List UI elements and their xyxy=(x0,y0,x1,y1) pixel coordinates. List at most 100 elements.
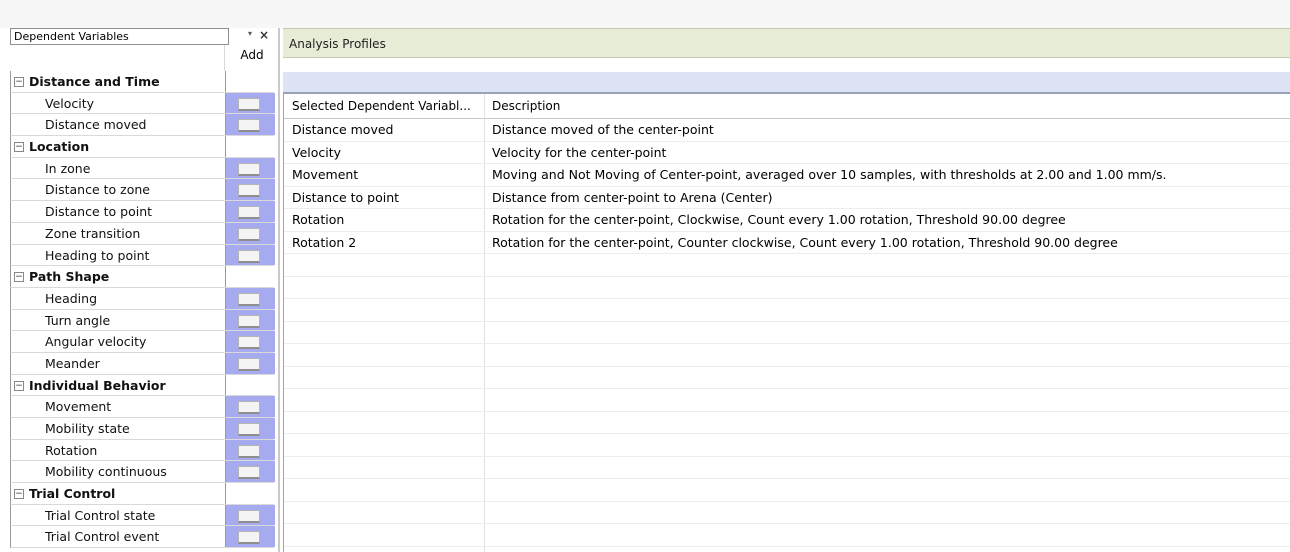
profile-row[interactable]: Distance to point Distance from center-po… xyxy=(284,187,1290,209)
add-button[interactable] xyxy=(238,401,260,415)
add-button[interactable] xyxy=(238,336,260,350)
profile-row[interactable]: Distance moved Distance moved of the cent… xyxy=(284,119,1290,142)
add-button[interactable] xyxy=(238,184,260,198)
group-location[interactable]: − Location xyxy=(10,136,275,158)
variable-trial-control-state[interactable]: Trial Control state xyxy=(10,504,275,527)
collapse-toggle-icon[interactable]: − xyxy=(14,272,24,283)
add-cell xyxy=(226,396,275,417)
group-distance-and-time[interactable]: − Distance and Time xyxy=(10,71,275,93)
variable-label: Trial Control state xyxy=(45,507,156,523)
group-individual-behavior[interactable]: − Individual Behavior xyxy=(10,374,275,397)
column-header-description[interactable]: Description xyxy=(484,94,1290,118)
collapse-toggle-icon[interactable]: − xyxy=(14,380,24,391)
variable-label: Rotation xyxy=(45,442,98,458)
group-path-shape[interactable]: − Path Shape xyxy=(10,266,275,288)
panel-splitter[interactable] xyxy=(278,28,280,552)
empty-row xyxy=(284,479,1290,502)
variable-meander[interactable]: Meander xyxy=(10,352,275,375)
collapse-toggle-icon[interactable]: − xyxy=(14,77,24,87)
add-cell xyxy=(226,157,275,179)
analysis-profiles-panel: Analysis Profiles Selected Dependent Var… xyxy=(283,28,1290,552)
add-button[interactable] xyxy=(238,249,260,263)
group-trial-control[interactable]: − Trial Control xyxy=(10,483,275,505)
empty-row xyxy=(284,277,1290,299)
variable-label: Heading to point xyxy=(45,247,150,263)
variable-angular-velocity[interactable]: Angular velocity xyxy=(10,331,275,353)
group-label: Distance and Time xyxy=(29,74,160,89)
grid-body: Distance moved Distance moved of the cent… xyxy=(284,119,1290,547)
panel-menu-caret-icon[interactable]: ▾ xyxy=(248,29,252,38)
description-cell: Rotation for the center-point, Counter c… xyxy=(492,234,1118,250)
add-button[interactable] xyxy=(238,119,260,133)
empty-row xyxy=(284,254,1290,277)
add-button[interactable] xyxy=(238,162,260,176)
variable-rotation[interactable]: Rotation xyxy=(10,439,275,462)
add-button[interactable] xyxy=(238,509,260,523)
empty-row xyxy=(284,457,1290,479)
toolbar-band xyxy=(283,72,1290,92)
profile-row[interactable]: Velocity Velocity for the center-point xyxy=(284,142,1290,164)
add-button[interactable] xyxy=(238,206,260,220)
description-cell: Distance from center-point to Arena (Cen… xyxy=(492,189,773,205)
add-button[interactable] xyxy=(238,444,260,458)
profile-row[interactable]: Movement Moving and Not Moving of Center-… xyxy=(284,164,1290,187)
add-cell xyxy=(226,309,275,331)
profile-row[interactable]: Rotation Rotation for the center-point, C… xyxy=(284,209,1290,232)
empty-row xyxy=(284,322,1290,344)
variable-label: Trial Control event xyxy=(45,529,160,545)
variable-label: Distance to zone xyxy=(45,182,150,198)
variable-label: Angular velocity xyxy=(45,334,147,350)
panel-title: Dependent Variables xyxy=(10,28,229,45)
add-cell xyxy=(226,526,275,548)
variable-heading-to-point[interactable]: Heading to point xyxy=(10,244,275,267)
add-cell xyxy=(226,439,275,461)
variable-trial-control-event[interactable]: Trial Control event xyxy=(10,526,275,549)
collapse-toggle-icon[interactable]: − xyxy=(14,489,24,500)
variable-movement[interactable]: Movement xyxy=(10,396,275,418)
variable-mobility-state[interactable]: Mobility state xyxy=(10,418,275,440)
add-button[interactable] xyxy=(238,423,260,436)
variable-label: Turn angle xyxy=(45,312,111,328)
column-header-selected-variable[interactable]: Selected Dependent Variabl... xyxy=(284,94,485,118)
description-cell: Rotation for the center-point, Clockwise… xyxy=(492,212,1066,227)
variable-zone-transition[interactable]: Zone transition xyxy=(10,222,275,245)
add-button[interactable] xyxy=(238,314,260,328)
variable-distance-to-zone[interactable]: Distance to zone xyxy=(10,179,275,202)
add-button[interactable] xyxy=(238,531,260,545)
variable-mobility-continuous[interactable]: Mobility continuous xyxy=(10,461,275,484)
variable-in-zone[interactable]: In zone xyxy=(10,157,275,180)
variable-name-cell: Distance moved xyxy=(292,122,394,137)
variable-heading[interactable]: Heading xyxy=(10,287,275,310)
variable-velocity[interactable]: Velocity xyxy=(10,92,275,115)
empty-row xyxy=(284,389,1290,412)
profile-row[interactable]: Rotation 2 Rotation for the center-point,… xyxy=(284,232,1290,254)
variable-distance-moved[interactable]: Distance moved xyxy=(10,114,275,137)
dependent-variables-panel: Dependent Variables ▾ × Add − Distance an… xyxy=(10,28,275,552)
variable-turn-angle[interactable]: Turn angle xyxy=(10,309,275,332)
add-cell xyxy=(226,266,275,287)
add-button[interactable] xyxy=(238,357,260,371)
panel-close-icon[interactable]: × xyxy=(259,28,269,42)
variable-label: Distance moved xyxy=(45,117,147,133)
add-button[interactable] xyxy=(238,227,260,241)
add-button[interactable] xyxy=(238,466,260,480)
analysis-profiles-header: Analysis Profiles xyxy=(283,28,1290,58)
variable-label: Heading xyxy=(45,290,98,306)
variable-name-cell: Rotation xyxy=(292,212,345,227)
add-cell xyxy=(226,222,275,244)
add-button[interactable] xyxy=(238,97,260,111)
add-cell xyxy=(226,244,275,266)
add-cell xyxy=(226,418,275,439)
add-button[interactable] xyxy=(238,292,260,306)
group-label: Location xyxy=(29,139,90,155)
variable-label: Mobility continuous xyxy=(45,464,167,480)
collapse-toggle-icon[interactable]: − xyxy=(14,142,24,153)
top-strip xyxy=(0,0,1290,28)
add-cell xyxy=(226,504,275,526)
add-cell xyxy=(226,201,275,222)
add-cell xyxy=(226,71,275,92)
description-cell: Velocity for the center-point xyxy=(492,144,667,160)
variable-label: Zone transition xyxy=(45,225,141,241)
add-cell xyxy=(226,287,275,309)
variable-distance-to-point[interactable]: Distance to point xyxy=(10,201,275,223)
